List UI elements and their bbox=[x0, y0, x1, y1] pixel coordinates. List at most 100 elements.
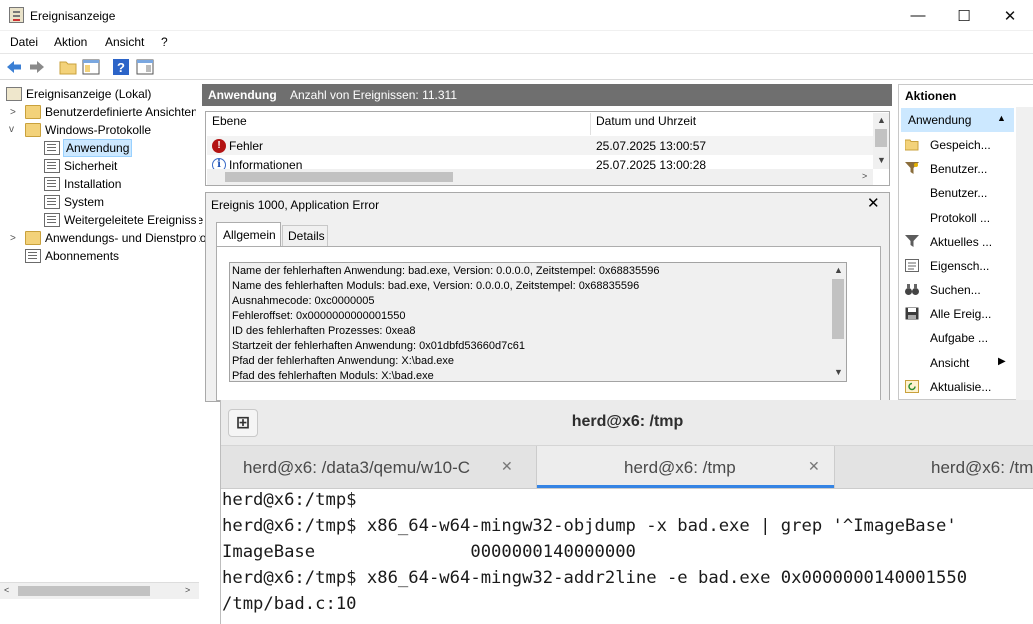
action-save-all-events[interactable]: Alle Ereig... bbox=[899, 304, 1015, 324]
action-attach-task[interactable]: Aufgabe ... bbox=[899, 328, 1015, 348]
menu-bar: Datei Aktion Ansicht ? bbox=[0, 31, 1033, 53]
event-list-vertical-scrollbar[interactable]: ▲ ▼ bbox=[873, 113, 889, 169]
menu-view[interactable]: Ansicht bbox=[105, 35, 144, 49]
back-icon[interactable] bbox=[5, 58, 23, 76]
description-line: Name der fehlerhaften Anwendung: bad.exe… bbox=[232, 265, 660, 277]
expand-chevron-icon[interactable]: > bbox=[10, 107, 16, 118]
subscription-icon bbox=[25, 249, 41, 263]
expand-chevron-icon[interactable]: > bbox=[10, 233, 16, 244]
tree-item-subscriptions[interactable]: Abonnements bbox=[25, 247, 119, 265]
menu-action[interactable]: Aktion bbox=[54, 35, 87, 49]
collapse-chevron-icon[interactable]: v bbox=[9, 124, 14, 135]
tree-item-custom-views[interactable]: Benutzerdefinierte Ansichten bbox=[25, 103, 198, 121]
event-description: Name der fehlerhaften Anwendung: bad.exe… bbox=[229, 262, 847, 382]
terminal-line: herd@x6:/tmp$ bbox=[222, 490, 357, 510]
tree-item-security[interactable]: Sicherheit bbox=[44, 157, 117, 175]
description-line: Pfad der fehlerhaften Anwendung: X:\bad.… bbox=[232, 355, 454, 367]
menu-help[interactable]: ? bbox=[161, 35, 168, 49]
scroll-left-icon[interactable]: < bbox=[4, 585, 9, 595]
description-line: Pfad des fehlerhaften Moduls: X:\bad.exe bbox=[232, 370, 434, 382]
save-icon bbox=[905, 307, 919, 320]
scroll-up-icon[interactable]: ▲ bbox=[834, 265, 843, 275]
tab-details[interactable]: Details bbox=[282, 225, 328, 246]
help-icon[interactable]: ? bbox=[112, 58, 130, 76]
column-header-level[interactable]: Ebene bbox=[212, 114, 247, 128]
maximize-button[interactable]: ☐ bbox=[941, 0, 987, 31]
scrollbar-thumb[interactable] bbox=[225, 172, 453, 182]
tree-item-system[interactable]: System bbox=[44, 193, 104, 211]
error-icon: ! bbox=[212, 139, 226, 153]
open-folder-icon bbox=[905, 139, 919, 151]
tree-item-setup[interactable]: Installation bbox=[44, 175, 121, 193]
close-tab-icon[interactable]: ✕ bbox=[808, 458, 820, 475]
action-view[interactable]: Ansicht ▶ bbox=[899, 353, 1015, 373]
action-open-saved-log[interactable]: Gespeich... bbox=[899, 135, 1015, 155]
folder-up-icon[interactable] bbox=[59, 58, 77, 76]
terminal-title: herd@x6: /tmp bbox=[571, 413, 684, 430]
terminal-tab[interactable]: herd@x6: /data3/qemu/w10-C ✕ bbox=[221, 446, 536, 488]
scroll-right-icon[interactable]: > bbox=[862, 171, 867, 181]
event-detail-title: Ereignis 1000, Application Error bbox=[211, 198, 380, 212]
filter-icon bbox=[905, 235, 919, 247]
tree-item-application[interactable]: Anwendung bbox=[44, 139, 133, 157]
forward-icon[interactable] bbox=[28, 58, 46, 76]
actions-pane: Aktionen Anwendung ▲ Gespeich... Benutze… bbox=[898, 84, 1033, 400]
menu-file[interactable]: Datei bbox=[10, 35, 38, 49]
tree-item-app-services-logs[interactable]: Anwendungs- und Dienstprotokolle bbox=[25, 229, 231, 247]
actions-scrollbar[interactable] bbox=[1016, 107, 1033, 400]
binoculars-icon bbox=[905, 284, 919, 295]
event-list-horizontal-scrollbar[interactable]: > bbox=[207, 169, 873, 185]
scroll-right-icon[interactable]: > bbox=[185, 585, 190, 595]
new-tab-button[interactable]: ⊞ bbox=[228, 409, 258, 437]
scrollbar-thumb[interactable] bbox=[18, 586, 150, 596]
show-hide-tree-icon[interactable] bbox=[82, 58, 100, 76]
terminal-tab[interactable]: herd@x6: /tmp bbox=[835, 446, 1033, 488]
description-line: Name des fehlerhaften Moduls: bad.exe, V… bbox=[232, 280, 640, 292]
show-hide-action-pane-icon[interactable] bbox=[136, 58, 154, 76]
actions-section-application[interactable]: Anwendung ▲ bbox=[901, 108, 1014, 132]
action-refresh[interactable]: Aktualisie... bbox=[899, 377, 1015, 397]
action-filter-current-log[interactable]: Aktuelles ... bbox=[899, 232, 1015, 252]
log-icon bbox=[44, 213, 60, 227]
log-name: Anwendung bbox=[208, 88, 277, 102]
terminal-line: herd@x6:/tmp$ x86_64-w64-mingw32-addr2li… bbox=[222, 568, 968, 588]
scroll-down-icon[interactable]: ▼ bbox=[877, 155, 886, 165]
terminal-window: herd@x6: /tmp ⊞ herd@x6: /data3/qemu/w10… bbox=[220, 400, 1033, 624]
terminal-line: ImageBase 0000000140000000 bbox=[222, 542, 636, 562]
column-header-date[interactable]: Datum und Uhrzeit bbox=[596, 114, 696, 128]
scroll-up-icon[interactable]: ▲ bbox=[877, 115, 886, 125]
log-header: Anwendung Anzahl von Ereignissen: 11.311 bbox=[202, 84, 892, 106]
properties-icon bbox=[905, 259, 919, 272]
tree-item-forwarded-events[interactable]: Weitergeleitete Ereignisse bbox=[44, 211, 203, 229]
minimize-button[interactable]: — bbox=[895, 0, 941, 31]
tree-divider bbox=[196, 82, 199, 602]
tree-item-root[interactable]: Ereignisanzeige (Lokal) bbox=[6, 85, 151, 103]
scrollbar-thumb[interactable] bbox=[832, 279, 844, 339]
tree-horizontal-scrollbar[interactable]: < > bbox=[0, 582, 199, 599]
toolbar: ? bbox=[0, 53, 1033, 80]
action-create-custom-view[interactable]: Benutzer... bbox=[899, 159, 1015, 179]
event-list: Ebene Datum und Uhrzeit ! Fehler 25.07.2… bbox=[205, 111, 890, 186]
action-find[interactable]: Suchen... bbox=[899, 280, 1015, 300]
tree-item-windows-logs[interactable]: Windows-Protokolle bbox=[25, 121, 151, 139]
description-line: Ausnahmecode: 0xc0000005 bbox=[232, 295, 375, 307]
action-properties[interactable]: Eigensch... bbox=[899, 256, 1015, 276]
tab-general[interactable]: Allgemein bbox=[216, 222, 281, 246]
action-clear-log[interactable]: Protokoll ... bbox=[899, 208, 1015, 228]
description-line: Fehleroffset: 0x0000000000001550 bbox=[232, 310, 406, 322]
collapse-triangle-icon[interactable]: ▲ bbox=[997, 113, 1006, 123]
filter-icon bbox=[905, 162, 919, 174]
scrollbar-thumb[interactable] bbox=[875, 129, 887, 147]
event-row[interactable]: ! Fehler 25.07.2025 13:00:57 bbox=[207, 136, 873, 155]
close-button[interactable]: ✕ bbox=[987, 0, 1033, 31]
event-viewer-icon bbox=[9, 7, 24, 23]
description-scrollbar[interactable]: ▲ ▼ bbox=[830, 263, 846, 381]
action-import-custom-view[interactable]: Benutzer... bbox=[899, 183, 1015, 203]
terminal-tab-active[interactable]: herd@x6: /tmp ✕ bbox=[537, 446, 834, 488]
close-tab-icon[interactable]: ✕ bbox=[501, 458, 513, 475]
scroll-down-icon[interactable]: ▼ bbox=[834, 367, 843, 377]
close-detail-icon[interactable]: ✕ bbox=[867, 194, 880, 212]
window-title: Ereignisanzeige bbox=[30, 9, 116, 23]
log-icon bbox=[44, 159, 60, 173]
event-count: Anzahl von Ereignissen: 11.311 bbox=[290, 88, 457, 102]
